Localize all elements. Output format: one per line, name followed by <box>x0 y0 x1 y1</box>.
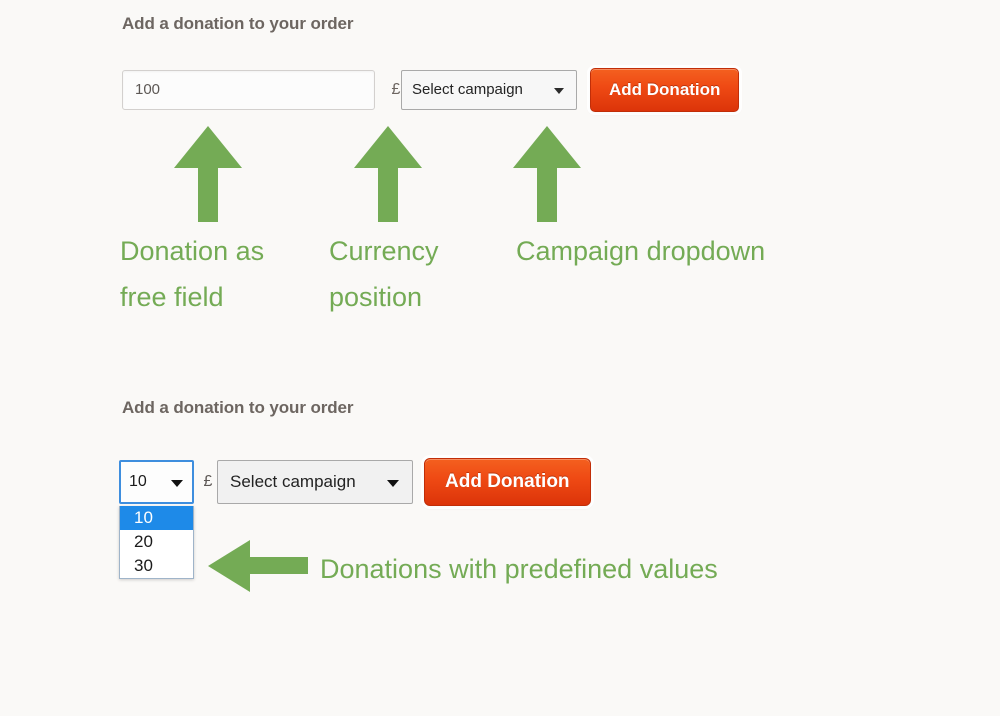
list-item[interactable]: 30 <box>120 554 193 578</box>
donation-amount-option-list[interactable]: 10 20 30 <box>119 506 194 579</box>
currency-symbol-label: £ <box>203 473 213 490</box>
chevron-down-icon <box>387 480 399 487</box>
arrow-head <box>354 126 422 168</box>
arrow-up-icon-currency <box>354 126 422 222</box>
annotated-donation-form-screenshot: Add a donation to your order 100 £ Selec… <box>0 0 1000 716</box>
donation-amount-dropdown[interactable]: 10 <box>119 460 194 504</box>
arrow-up-icon-campaign <box>513 126 581 222</box>
list-item[interactable]: 20 <box>120 530 193 554</box>
arrow-up-icon-free-field <box>174 126 242 222</box>
annotation-label-free-field: Donation as free field <box>120 236 265 312</box>
chevron-down-icon <box>554 88 564 94</box>
arrow-head <box>174 126 242 168</box>
arrow-left-icon-predefined <box>208 540 308 592</box>
chevron-down-icon <box>171 480 183 487</box>
list-item[interactable]: 10 <box>120 506 193 530</box>
arrow-stem <box>198 166 218 222</box>
arrow-head <box>208 540 250 592</box>
campaign-dropdown[interactable]: Select campaign <box>401 70 577 110</box>
annotation-label-predefined-values: Donations with predefined values <box>320 554 718 584</box>
add-donation-button[interactable]: Add Donation <box>424 458 591 506</box>
section-two-heading: Add a donation to your order <box>122 398 354 417</box>
campaign-dropdown-label: Select campaign <box>230 472 356 491</box>
annotation-label-campaign-dropdown: Campaign dropdown <box>516 236 766 266</box>
donation-amount-dropdown-label: 10 <box>129 473 147 490</box>
arrow-stem <box>378 166 398 222</box>
donation-amount-input[interactable]: 100 <box>122 70 375 110</box>
annotation-label-currency-position: Currency position <box>329 236 439 312</box>
arrow-stem <box>537 166 557 222</box>
arrow-stem <box>248 557 308 574</box>
add-donation-button[interactable]: Add Donation <box>590 68 740 112</box>
campaign-dropdown[interactable]: Select campaign <box>217 460 413 504</box>
arrow-head <box>513 126 581 168</box>
section-one-heading: Add a donation to your order <box>122 14 354 33</box>
campaign-dropdown-label: Select campaign <box>412 81 523 98</box>
